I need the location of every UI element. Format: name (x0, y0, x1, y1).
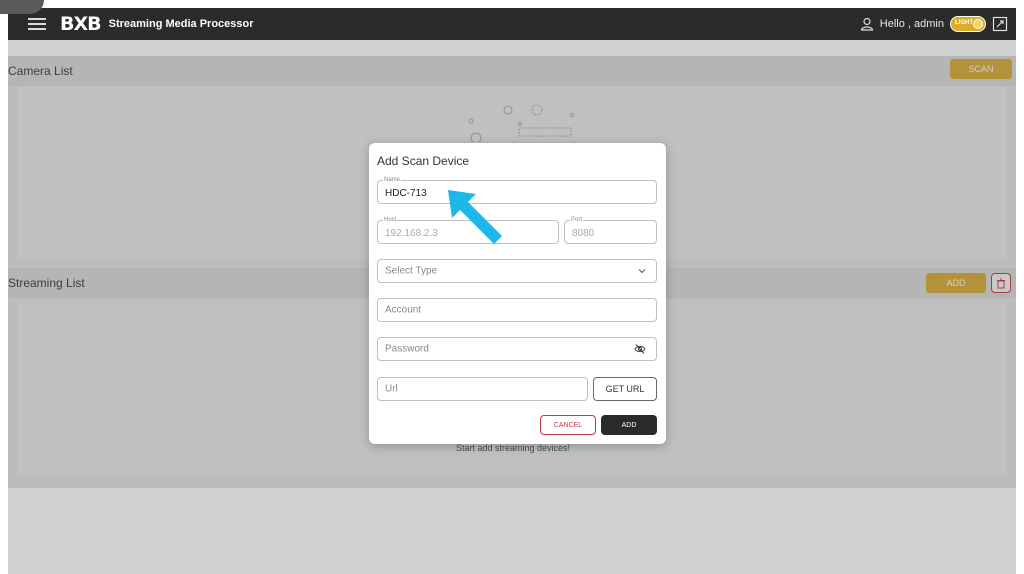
dialog-title: Add Scan Device (377, 154, 470, 168)
hamburger-menu-icon[interactable] (28, 18, 46, 30)
account-field[interactable]: Account (377, 298, 657, 322)
cancel-button[interactable]: CANCEL (540, 415, 596, 435)
port-field[interactable]: Port 8080 (564, 217, 657, 244)
user-icon[interactable] (860, 17, 874, 31)
password-placeholder: Password (385, 343, 429, 355)
pointer-arrow-icon (448, 190, 502, 244)
type-select-placeholder: Select Type (385, 265, 438, 277)
theme-toggle-label: LIGHT (955, 20, 973, 26)
brand-logo: BXB (60, 13, 102, 35)
add-scan-device-dialog: Add Scan Device Name HDC-713 Host 192.16… (369, 143, 666, 444)
host-field-value: 192.168.2.3 (385, 228, 438, 239)
fullscreen-icon[interactable] (992, 16, 1008, 32)
type-select[interactable]: Select Type (377, 259, 657, 283)
add-button[interactable]: ADD (601, 415, 657, 435)
user-greeting: Hello , admin (879, 18, 944, 30)
theme-toggle-knob (973, 19, 983, 29)
name-field-label: Name (383, 177, 402, 184)
port-field-label: Port (570, 217, 584, 224)
host-field-label: Host (383, 217, 398, 224)
top-bar: BXB Streaming Media Processor Hello , ad… (8, 8, 1016, 40)
name-field[interactable]: Name HDC-713 (377, 177, 657, 204)
name-field-value: HDC-713 (385, 188, 427, 199)
theme-toggle[interactable]: LIGHT (950, 16, 986, 32)
chevron-down-icon (638, 269, 646, 274)
eye-off-icon[interactable] (634, 343, 646, 355)
topbar-right-group: Hello , admin LIGHT (860, 16, 1008, 32)
url-placeholder: Url (385, 383, 398, 395)
account-placeholder: Account (385, 304, 422, 316)
port-field-value: 8080 (572, 228, 595, 239)
url-field[interactable]: Url (377, 377, 588, 401)
password-field[interactable]: Password (377, 337, 657, 361)
app-title: Streaming Media Processor (108, 18, 254, 30)
get-url-button[interactable]: GET URL (593, 377, 657, 401)
